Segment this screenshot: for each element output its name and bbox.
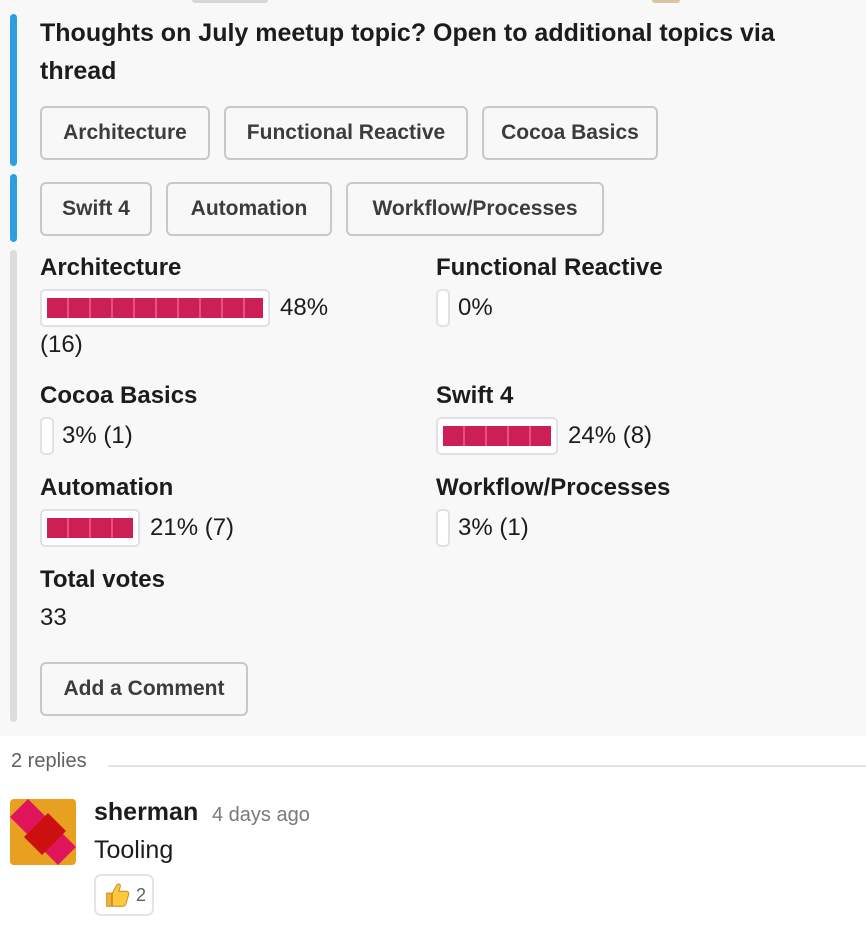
previous-message-stub: [192, 0, 268, 3]
attachment-accent-bar: [10, 250, 17, 722]
result-row: 3% (1): [40, 417, 133, 455]
slack-thread-view: Thoughts on July meetup topic? Open to a…: [0, 0, 866, 926]
result-percent: 3% (1): [62, 422, 133, 449]
result-percent: 24% (8): [568, 422, 653, 449]
result-percent: 0%: [458, 294, 493, 321]
result-title: Automation: [40, 474, 174, 501]
result-bar-fill: [47, 298, 263, 318]
avatar-image: [10, 799, 76, 865]
previous-message-stub: [652, 0, 680, 3]
result-bar-track: [40, 417, 54, 455]
result-bar-track: [436, 289, 450, 327]
reply-author[interactable]: sherman: [94, 798, 198, 827]
result-title: Workflow/Processes: [436, 474, 671, 501]
result-percent: 21% (7): [150, 514, 235, 541]
result-title: Functional Reactive: [436, 254, 663, 281]
option-button-automation[interactable]: Automation: [166, 182, 332, 236]
result-row: 0%: [436, 289, 493, 327]
option-button-functional-reactive[interactable]: Functional Reactive: [224, 106, 468, 160]
result-row: 48%: [40, 289, 328, 327]
result-bar-track: [436, 509, 450, 547]
replies-count[interactable]: 2 replies: [11, 750, 87, 773]
total-votes-label: Total votes: [40, 566, 165, 593]
result-percent: 3% (1): [458, 514, 529, 541]
option-button-cocoa-basics[interactable]: Cocoa Basics: [482, 106, 658, 160]
attachment-accent-bar: [10, 174, 17, 242]
poll-question: Thoughts on July meetup topic? Open to a…: [40, 19, 775, 85]
total-votes-value: 33: [40, 604, 67, 631]
result-row: 24% (8): [436, 417, 652, 455]
attachment-accent-bar: [10, 14, 17, 166]
result-title: Architecture: [40, 254, 182, 281]
result-bar-track: [40, 289, 270, 327]
reply-timestamp[interactable]: 4 days ago: [212, 804, 310, 827]
option-button-workflow-processes[interactable]: Workflow/Processes: [346, 182, 604, 236]
reaction-thumbs-up[interactable]: 2: [94, 874, 154, 916]
poll-message: Thoughts on July meetup topic? Open to a…: [0, 0, 866, 736]
result-title: Swift 4: [436, 382, 514, 409]
result-percent: 48%: [280, 294, 329, 321]
add-comment-button[interactable]: Add a Comment: [40, 662, 248, 716]
option-button-architecture[interactable]: Architecture: [40, 106, 210, 160]
result-row: 21% (7): [40, 509, 234, 547]
reply-text: Tooling: [94, 836, 174, 864]
result-row: 3% (1): [436, 509, 529, 547]
result-bar-track: [436, 417, 558, 455]
reaction-count: 2: [135, 884, 146, 905]
result-bar-fill: [443, 426, 551, 446]
result-count: (16): [40, 331, 83, 358]
result-bar-fill: [47, 518, 133, 538]
result-title: Cocoa Basics: [40, 382, 198, 409]
replies-divider: [108, 765, 866, 767]
avatar[interactable]: [10, 799, 76, 865]
thumbs-up-icon: [106, 883, 130, 907]
result-bar-track: [40, 509, 140, 547]
option-button-swift-4[interactable]: Swift 4: [40, 182, 152, 236]
